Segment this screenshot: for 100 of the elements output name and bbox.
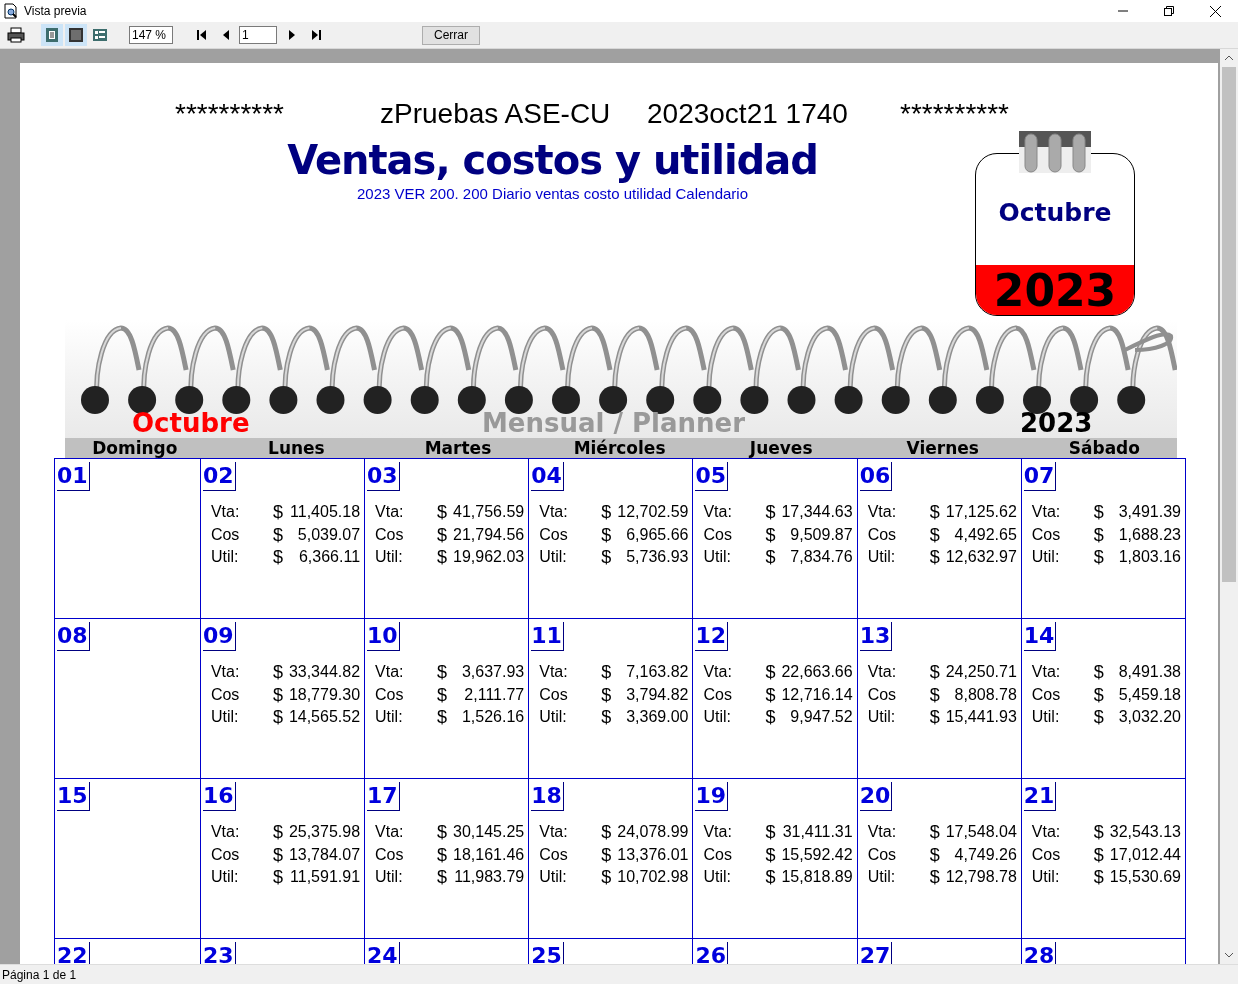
currency-sign: $ [929, 843, 941, 866]
scroll-down-icon[interactable] [1224, 950, 1234, 960]
amount-value: 19,962.03 [453, 547, 525, 567]
amount-value: 1,688.23 [1117, 524, 1181, 545]
day-number: 09 [202, 622, 236, 651]
list-page-icon [92, 27, 108, 43]
amount-value: 9,509.87 [789, 524, 853, 545]
day-number: 15 [57, 782, 90, 811]
currency-sign: $ [929, 661, 941, 684]
amount-value: 22,663.66 [781, 662, 853, 682]
metric-label: Util: [703, 547, 732, 567]
currency-sign: $ [1093, 843, 1105, 866]
day-number: 26 [695, 942, 729, 964]
day-number: 21 [1023, 782, 1057, 811]
amount-value: 11,405.18 [289, 502, 361, 522]
metric-label: Vta: [703, 502, 733, 522]
amount-value: 24,250.71 [945, 662, 1017, 682]
scroll-up-icon[interactable] [1224, 53, 1234, 63]
close-icon [1209, 5, 1221, 17]
metric-label: Vta: [1031, 822, 1062, 842]
amount-value: 14,565.52 [288, 707, 361, 727]
day-number: 07 [1023, 462, 1057, 491]
metric-label: Vta: [539, 502, 569, 522]
currency-sign: $ [929, 501, 941, 524]
report-header-text: zPruebas ASE-CU [380, 98, 612, 130]
metric-label: Util: [1031, 707, 1061, 727]
currency-sign: $ [272, 683, 284, 706]
page-field[interactable]: 1 [239, 26, 277, 44]
currency-sign: $ [765, 706, 777, 729]
amount-value: 15,530.69 [1109, 867, 1181, 887]
metric-label: Vta: [375, 502, 405, 522]
currency-sign: $ [601, 523, 613, 546]
amount-value: 25,375.98 [288, 822, 361, 842]
currency-sign: $ [765, 866, 777, 889]
amount-value: 17,125.62 [945, 502, 1017, 522]
currency-sign: $ [437, 501, 449, 524]
amount-value: 15,441.93 [945, 707, 1017, 727]
metric-label: Util: [210, 867, 240, 887]
metric-label: Cos [867, 844, 898, 865]
amount-value: 18,779.30 [288, 684, 361, 705]
currency-sign: $ [601, 683, 613, 706]
day-number: 08 [57, 622, 90, 651]
currency-sign: $ [437, 821, 449, 844]
currency-sign: $ [929, 546, 941, 569]
currency-sign: $ [1093, 546, 1105, 569]
zoom-field[interactable]: 147 % [129, 26, 173, 44]
currency-sign: $ [765, 661, 777, 684]
view-mode-button[interactable] [65, 24, 87, 46]
amount-value: 3,794.82 [625, 684, 689, 705]
currency-sign: $ [437, 546, 449, 569]
scrollbar-thumb[interactable] [1222, 67, 1236, 582]
metric-label: Vta: [1031, 502, 1062, 522]
currency-sign: $ [601, 821, 613, 844]
currency-sign: $ [437, 843, 449, 866]
amount-value: 18,161.46 [453, 844, 525, 865]
restore-icon [1164, 6, 1174, 16]
metric-label: Cos [210, 684, 241, 705]
currency-sign: $ [765, 523, 777, 546]
metric-label: Util: [375, 707, 404, 727]
asterisk-line: ********** [175, 98, 285, 130]
metric-label: Util: [210, 707, 240, 727]
amount-value: 13,784.07 [288, 844, 361, 865]
last-page-icon [311, 30, 321, 40]
day-number: 22 [57, 942, 90, 964]
day-number: 23 [202, 942, 236, 964]
currency-sign: $ [437, 523, 449, 546]
currency-sign: $ [1093, 501, 1105, 524]
currency-sign: $ [765, 546, 777, 569]
metric-label: Cos [1031, 684, 1062, 705]
amount-value: 3,637.93 [460, 662, 525, 682]
view-mode-button[interactable] [41, 24, 63, 46]
currency-sign: $ [765, 683, 777, 706]
metric-label: Cos [703, 524, 733, 545]
amount-value: 24,078.99 [617, 822, 689, 842]
metric-label: Cos [210, 844, 241, 865]
amount-value: 21,794.56 [453, 524, 525, 545]
weekday-label: Miércoles [572, 438, 667, 458]
day-number: 12 [695, 622, 729, 651]
amount-value: 15,592.42 [781, 844, 853, 865]
single-page-icon [44, 27, 60, 43]
close-preview-button[interactable]: Cerrar [422, 25, 480, 45]
binder-rings-icon [1019, 131, 1091, 175]
weekday-label: Domingo [91, 438, 179, 458]
amount-value: 31,411.31 [781, 822, 853, 842]
day-number: 18 [531, 782, 564, 811]
print-button[interactable] [5, 24, 27, 46]
metric-label: Vta: [867, 502, 898, 522]
currency-sign: $ [601, 843, 613, 866]
day-number: 06 [859, 462, 893, 491]
amount-value: 10,702.98 [617, 867, 689, 887]
currency-sign: $ [1093, 821, 1105, 844]
metric-label: Util: [375, 867, 404, 887]
amount-value: 3,369.00 [625, 707, 689, 727]
day-number: 16 [202, 782, 236, 811]
amount-value: 6,366.11 [297, 547, 361, 567]
printer-icon [7, 27, 25, 43]
currency-sign: $ [437, 661, 449, 684]
currency-sign: $ [437, 866, 449, 889]
badge-month: Octubre [998, 198, 1112, 227]
amount-value: 13,376.01 [617, 844, 689, 865]
